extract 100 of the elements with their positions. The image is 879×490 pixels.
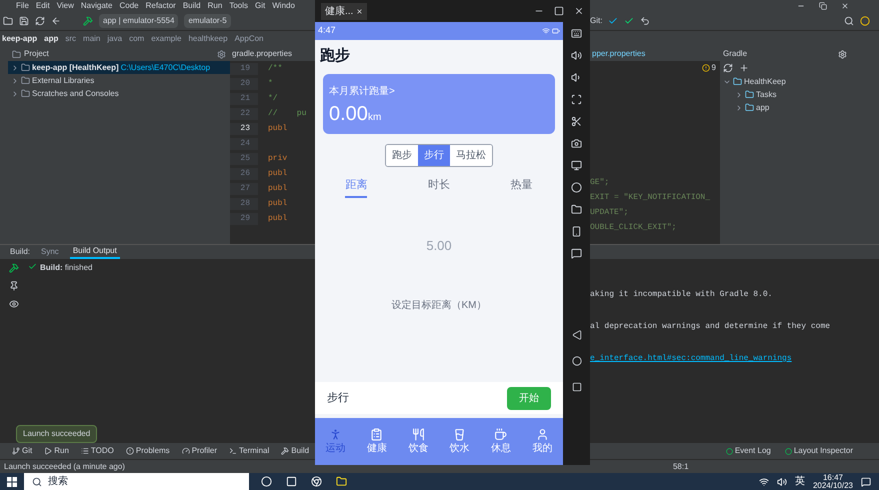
task-view-icon[interactable] bbox=[286, 476, 297, 487]
device-dropdown[interactable]: emulator-5 bbox=[184, 14, 231, 28]
menu-item[interactable]: Edit bbox=[36, 2, 50, 10]
menu-item[interactable]: Git bbox=[255, 2, 266, 10]
cortana-icon[interactable] bbox=[261, 476, 272, 487]
tool-window-tab[interactable]: Problems bbox=[126, 445, 170, 457]
breadcrumb-item[interactable]: java bbox=[107, 33, 122, 45]
sync-icon[interactable] bbox=[35, 16, 45, 26]
mode-segment[interactable]: 马拉松 bbox=[450, 144, 492, 166]
breadcrumb-item[interactable]: keep-app bbox=[2, 33, 38, 45]
clock-time[interactable]: 16:47 bbox=[822, 474, 843, 482]
breadcrumb-item[interactable]: healthkeep bbox=[188, 33, 228, 45]
breadcrumb-item[interactable]: app bbox=[44, 33, 58, 45]
monitor-icon[interactable] bbox=[571, 160, 582, 171]
notification-icon[interactable] bbox=[861, 476, 871, 486]
panel-title[interactable]: Project bbox=[24, 48, 49, 60]
nav-icon bbox=[412, 428, 425, 440]
panel-title[interactable]: Gradle bbox=[723, 48, 748, 60]
volume-down-icon[interactable] bbox=[571, 72, 582, 83]
project-tree-row[interactable]: External Libraries bbox=[8, 74, 230, 87]
output-link[interactable]: e_interface.html#sec:command_line_warnings bbox=[590, 353, 830, 365]
warning-count[interactable]: 9 bbox=[712, 62, 716, 74]
tree-item[interactable]: HealthKeep bbox=[744, 76, 786, 88]
mode-segment[interactable]: 跑步 bbox=[386, 144, 418, 166]
refresh-icon[interactable] bbox=[723, 63, 733, 73]
project-tree-row[interactable]: keep-app [HealthKeep] C:\Users\E470C\Desktop bbox=[8, 61, 230, 74]
menu-item[interactable]: View bbox=[56, 2, 74, 10]
tree-item[interactable]: Tasks bbox=[756, 88, 776, 100]
check-icon[interactable] bbox=[624, 16, 634, 26]
back-icon[interactable] bbox=[572, 330, 582, 340]
check-icon[interactable] bbox=[608, 16, 618, 26]
message-icon[interactable] bbox=[571, 248, 582, 259]
folder-icon[interactable] bbox=[571, 204, 582, 215]
menu-item[interactable]: Code bbox=[119, 2, 139, 10]
close-icon[interactable] bbox=[574, 6, 584, 16]
avatar-icon[interactable] bbox=[860, 16, 870, 26]
tool-window-tab[interactable]: Run bbox=[44, 445, 69, 457]
recents-icon[interactable] bbox=[572, 382, 582, 392]
menu-item[interactable]: File bbox=[16, 2, 29, 10]
keyboard-icon[interactable] bbox=[571, 28, 582, 39]
tool-window-tab[interactable]: Terminal bbox=[229, 445, 270, 457]
add-icon[interactable] bbox=[739, 63, 749, 73]
maximize-icon[interactable] bbox=[554, 6, 564, 16]
breadcrumb-item[interactable]: example bbox=[151, 33, 182, 45]
menu-item[interactable]: Navigate bbox=[80, 2, 112, 10]
folder-icon[interactable] bbox=[336, 476, 347, 487]
tool-window-icon bbox=[182, 447, 190, 455]
network-icon[interactable] bbox=[758, 476, 769, 486]
run-config-dropdown[interactable]: app | emulator-5554 bbox=[99, 14, 178, 28]
browser-icon[interactable] bbox=[311, 476, 322, 487]
search-icon[interactable] bbox=[844, 16, 854, 26]
build-view-tab[interactable]: Build Output bbox=[70, 245, 120, 259]
mode-segment[interactable]: 步行 bbox=[418, 144, 450, 166]
tool-window-tab[interactable]: Profiler bbox=[182, 445, 218, 457]
tool-window-tab[interactable]: Event Log bbox=[726, 445, 771, 457]
screenshot-icon[interactable] bbox=[571, 94, 582, 105]
settings-icon[interactable] bbox=[838, 50, 847, 58]
breadcrumb-item[interactable]: com bbox=[129, 33, 144, 45]
tree-item[interactable]: app bbox=[756, 102, 770, 114]
restore-icon[interactable] bbox=[819, 2, 827, 10]
home-icon[interactable] bbox=[572, 356, 582, 366]
metric-tab[interactable]: 时长 bbox=[428, 176, 450, 198]
menu-item[interactable]: Refactor bbox=[146, 2, 176, 10]
menu-item[interactable]: Build bbox=[182, 2, 201, 10]
tool-window-tab[interactable]: Build bbox=[281, 445, 310, 457]
tool-window-tab[interactable]: TODO bbox=[80, 445, 114, 457]
settings-icon[interactable] bbox=[217, 50, 226, 58]
check-icon bbox=[28, 262, 37, 271]
clock-date[interactable]: 2024/10/23 bbox=[812, 482, 853, 490]
project-tree-row[interactable]: Scratches and Consoles bbox=[8, 87, 230, 100]
eye-icon[interactable] bbox=[9, 299, 19, 309]
circle-icon[interactable] bbox=[571, 182, 582, 193]
close-icon[interactable] bbox=[841, 2, 849, 10]
scissors-icon[interactable] bbox=[571, 116, 582, 127]
phone-icon[interactable] bbox=[571, 226, 582, 237]
breadcrumb-item[interactable]: src bbox=[65, 33, 76, 45]
cursor-position: 58:1 bbox=[672, 460, 689, 472]
volume-up-icon[interactable] bbox=[571, 50, 582, 61]
pin-icon[interactable] bbox=[9, 281, 19, 291]
breadcrumb-item[interactable]: AppCon bbox=[234, 33, 264, 45]
folder-icon[interactable] bbox=[3, 16, 13, 26]
menu-item[interactable]: Run bbox=[208, 2, 222, 10]
breadcrumb-item[interactable]: main bbox=[83, 33, 100, 45]
emulator-tab[interactable]: 健康... bbox=[321, 2, 368, 20]
start-icon[interactable] bbox=[7, 476, 17, 486]
hammer-icon[interactable] bbox=[83, 16, 93, 26]
save-icon[interactable] bbox=[19, 16, 29, 26]
input-language[interactable]: 英 bbox=[794, 474, 805, 489]
metric-tab[interactable]: 热量 bbox=[510, 176, 533, 198]
tool-window-tab[interactable]: Git bbox=[12, 445, 32, 457]
menu-item[interactable]: Tools bbox=[229, 2, 248, 10]
taskbar-search-field[interactable]: 搜索 bbox=[24, 473, 249, 490]
tool-window-tab[interactable]: Layout Inspector bbox=[784, 445, 853, 457]
hammer-icon[interactable] bbox=[9, 263, 19, 273]
back-icon[interactable] bbox=[51, 16, 61, 26]
undo-icon[interactable] bbox=[640, 16, 650, 26]
build-view-tab[interactable]: Sync bbox=[38, 246, 62, 258]
menu-item[interactable]: Windo bbox=[272, 2, 295, 10]
camera-icon[interactable] bbox=[571, 138, 582, 149]
volume-icon[interactable] bbox=[776, 476, 787, 486]
